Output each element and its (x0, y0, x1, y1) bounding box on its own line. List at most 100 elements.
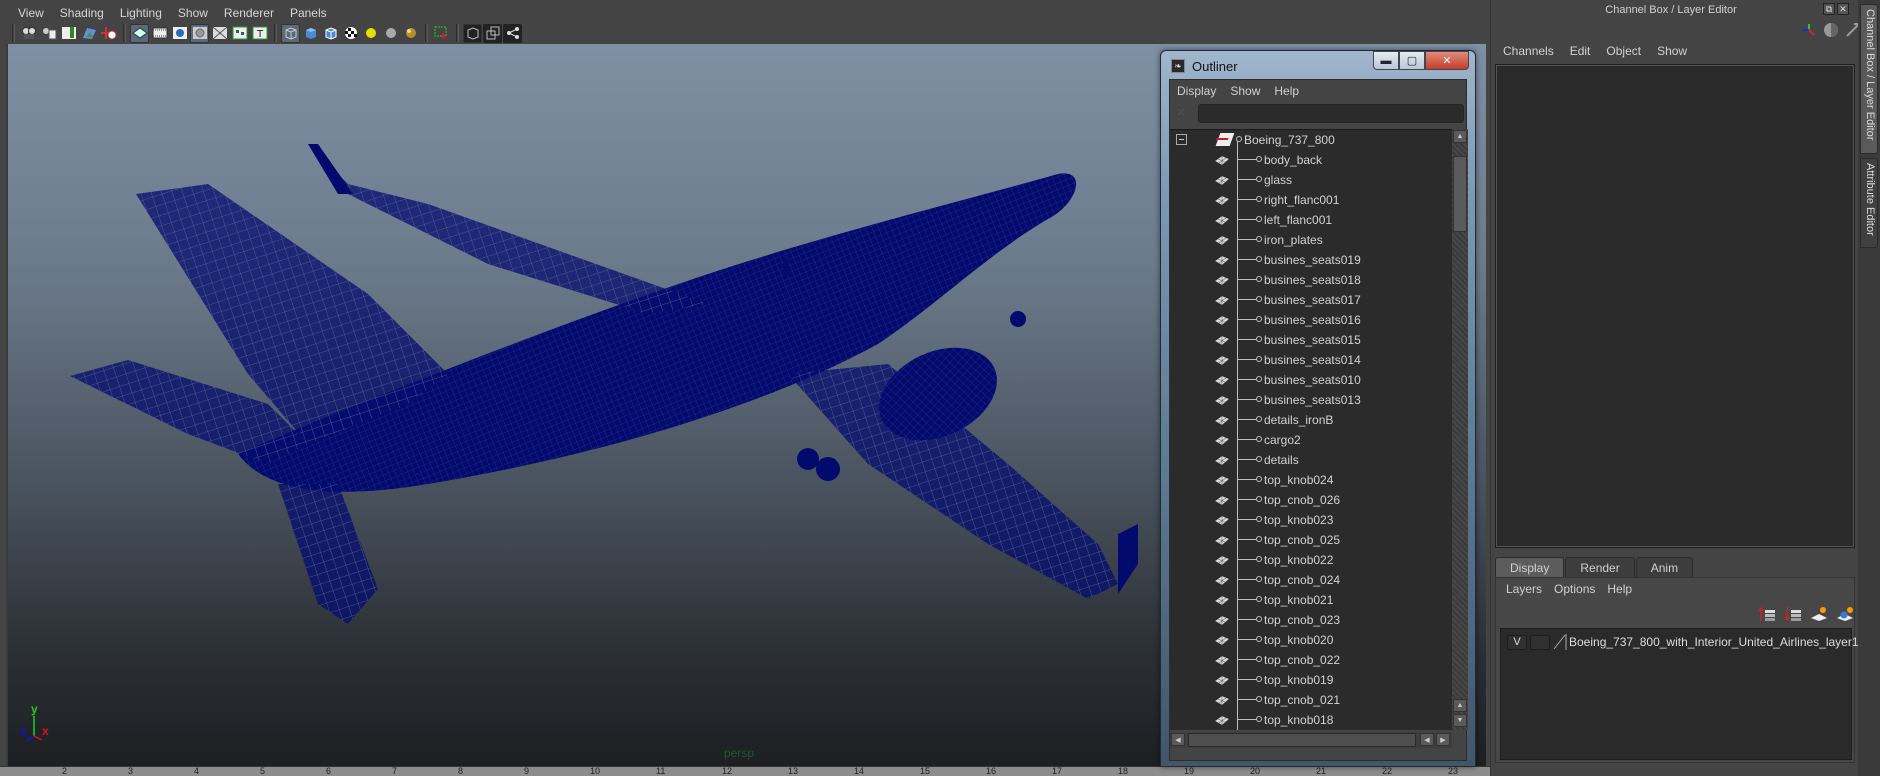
menu-object[interactable]: Object (1598, 44, 1649, 58)
tab-render[interactable]: Render (1565, 557, 1635, 577)
layer-color-swatch[interactable] (1553, 633, 1567, 651)
xray-joints-icon[interactable] (483, 23, 502, 43)
isolate-select-icon[interactable] (432, 24, 451, 43)
use-lights-icon[interactable] (361, 24, 380, 43)
close-panel-button[interactable]: ✕ (1837, 3, 1849, 15)
outliner-menu-show[interactable]: Show (1223, 84, 1267, 98)
move-layer-down-icon[interactable] (1784, 606, 1802, 622)
shadows-icon[interactable] (381, 24, 400, 43)
menu-channels[interactable]: Channels (1495, 44, 1562, 58)
outliner-vertical-scrollbar[interactable]: ▲ ▲ ▼ (1452, 129, 1468, 730)
maximize-button[interactable]: ▢ (1399, 51, 1425, 70)
speed-dial-icon[interactable] (1823, 22, 1839, 38)
menu-edit[interactable]: Edit (1562, 44, 1599, 58)
menu-panels[interactable]: Panels (282, 4, 335, 22)
scroll-left-button[interactable]: ◀ (1171, 733, 1185, 746)
tree-row[interactable]: left_flanc001 (1170, 210, 1452, 230)
horizontal-scroll-thumb[interactable] (1188, 733, 1416, 747)
outliner-search-input[interactable] (1198, 104, 1464, 123)
menu-shading[interactable]: Shading (52, 4, 112, 22)
tree-row[interactable]: top_cnob_026 (1170, 490, 1452, 510)
menu-layers[interactable]: Layers (1500, 582, 1548, 596)
layer-visibility-toggle[interactable]: V (1507, 634, 1527, 650)
field-chart-icon[interactable] (210, 24, 229, 43)
menu-show[interactable]: Show (170, 4, 216, 22)
outliner-horizontal-scrollbar[interactable]: ◀ ◀ ▶ (1170, 732, 1452, 748)
manipulator-icon[interactable] (1801, 22, 1817, 38)
tree-row[interactable]: top_knob022 (1170, 550, 1452, 570)
tree-row[interactable]: top_knob023 (1170, 510, 1452, 530)
tab-anim[interactable]: Anim (1635, 557, 1694, 577)
wireframe-on-shaded-icon[interactable] (321, 24, 340, 43)
tree-row[interactable]: top_cnob_023 (1170, 610, 1452, 630)
wireframe-icon[interactable] (281, 23, 300, 43)
tree-row[interactable]: details_ironB (1170, 410, 1452, 430)
channel-list[interactable] (1495, 64, 1855, 548)
minimize-button[interactable]: ▬ (1373, 51, 1399, 70)
outliner-menu-display[interactable]: Display (1170, 84, 1223, 98)
bookmark-icon[interactable] (59, 24, 78, 43)
tree-row[interactable]: top_knob020 (1170, 630, 1452, 650)
filter-icon[interactable]: ⁙ (1176, 106, 1192, 122)
scroll-down-button[interactable]: ▼ (1453, 714, 1467, 727)
outliner-tree[interactable]: Boeing_737_800 body_back glass right_flanc… (1170, 129, 1452, 730)
tree-row[interactable]: busines_seats015 (1170, 330, 1452, 350)
tree-row[interactable]: busines_seats018 (1170, 270, 1452, 290)
menu-view[interactable]: View (10, 4, 52, 22)
resolution-gate-icon[interactable] (170, 24, 189, 43)
xray-components-icon[interactable] (503, 23, 522, 43)
tree-row-root[interactable]: Boeing_737_800 (1170, 130, 1452, 150)
menu-show[interactable]: Show (1649, 44, 1695, 58)
tree-row[interactable]: body_back (1170, 150, 1452, 170)
tab-attribute-editor[interactable]: Attribute Editor (1860, 158, 1878, 248)
time-slider[interactable]: 23456789101112131415161718192021222324 (0, 766, 1490, 776)
safe-action-icon[interactable] (230, 24, 249, 43)
scroll-up-button[interactable]: ▲ (1453, 130, 1467, 143)
smooth-shade-icon[interactable] (301, 24, 320, 43)
film-gate-icon[interactable] (150, 24, 169, 43)
create-empty-layer-icon[interactable] (1810, 606, 1828, 622)
tree-row[interactable]: top_knob018 (1170, 710, 1452, 730)
outliner-menu-help[interactable]: Help (1267, 84, 1306, 98)
tree-row[interactable]: top_knob024 (1170, 470, 1452, 490)
textured-icon[interactable] (341, 24, 360, 43)
close-button[interactable]: ✕ (1425, 51, 1469, 70)
tree-row[interactable]: glass (1170, 170, 1452, 190)
tree-row[interactable]: details (1170, 450, 1452, 470)
tree-row[interactable]: iron_plates (1170, 230, 1452, 250)
scroll-up-button-bottom[interactable]: ▲ (1453, 699, 1467, 712)
ambient-occlusion-icon[interactable] (401, 24, 420, 43)
menu-help[interactable]: Help (1601, 582, 1638, 596)
tree-row[interactable]: top_knob021 (1170, 590, 1452, 610)
collapse-toggle[interactable] (1176, 134, 1187, 145)
tree-row[interactable]: top_cnob_025 (1170, 530, 1452, 550)
menu-renderer[interactable]: Renderer (216, 4, 282, 22)
gate-mask-icon[interactable] (190, 23, 209, 43)
scroll-thumb[interactable] (1453, 156, 1467, 232)
tree-row[interactable]: busines_seats014 (1170, 350, 1452, 370)
menu-lighting[interactable]: Lighting (112, 4, 170, 22)
tree-row[interactable]: busines_seats016 (1170, 310, 1452, 330)
xray-icon[interactable] (463, 23, 482, 43)
menu-options[interactable]: Options (1548, 582, 1601, 596)
scroll-right-button[interactable]: ▶ (1436, 733, 1450, 746)
tree-row[interactable]: busines_seats017 (1170, 290, 1452, 310)
tab-display[interactable]: Display (1495, 557, 1565, 577)
tree-row[interactable]: top_cnob_022 (1170, 650, 1452, 670)
tree-row[interactable]: busines_seats013 (1170, 390, 1452, 410)
camera-select-icon[interactable] (19, 24, 38, 43)
grid-icon[interactable] (130, 23, 149, 43)
safe-title-icon[interactable]: T (250, 24, 269, 43)
move-layer-up-icon[interactable] (1758, 606, 1776, 622)
image-plane-icon[interactable] (79, 24, 98, 43)
tree-row[interactable]: top_knob019 (1170, 670, 1452, 690)
tree-row[interactable]: busines_seats019 (1170, 250, 1452, 270)
scroll-left-button-2[interactable]: ◀ (1420, 733, 1434, 746)
tree-row[interactable]: cargo2 (1170, 430, 1452, 450)
tree-row[interactable]: top_cnob_024 (1170, 570, 1452, 590)
create-layer-from-selected-icon[interactable] (1836, 606, 1854, 622)
tree-row[interactable]: right_flanc001 (1170, 190, 1452, 210)
outliner-titlebar[interactable]: ❧ Outliner (1171, 56, 1238, 76)
tree-row[interactable]: top_cnob_021 (1170, 690, 1452, 710)
layer-playback-toggle[interactable] (1530, 634, 1550, 650)
